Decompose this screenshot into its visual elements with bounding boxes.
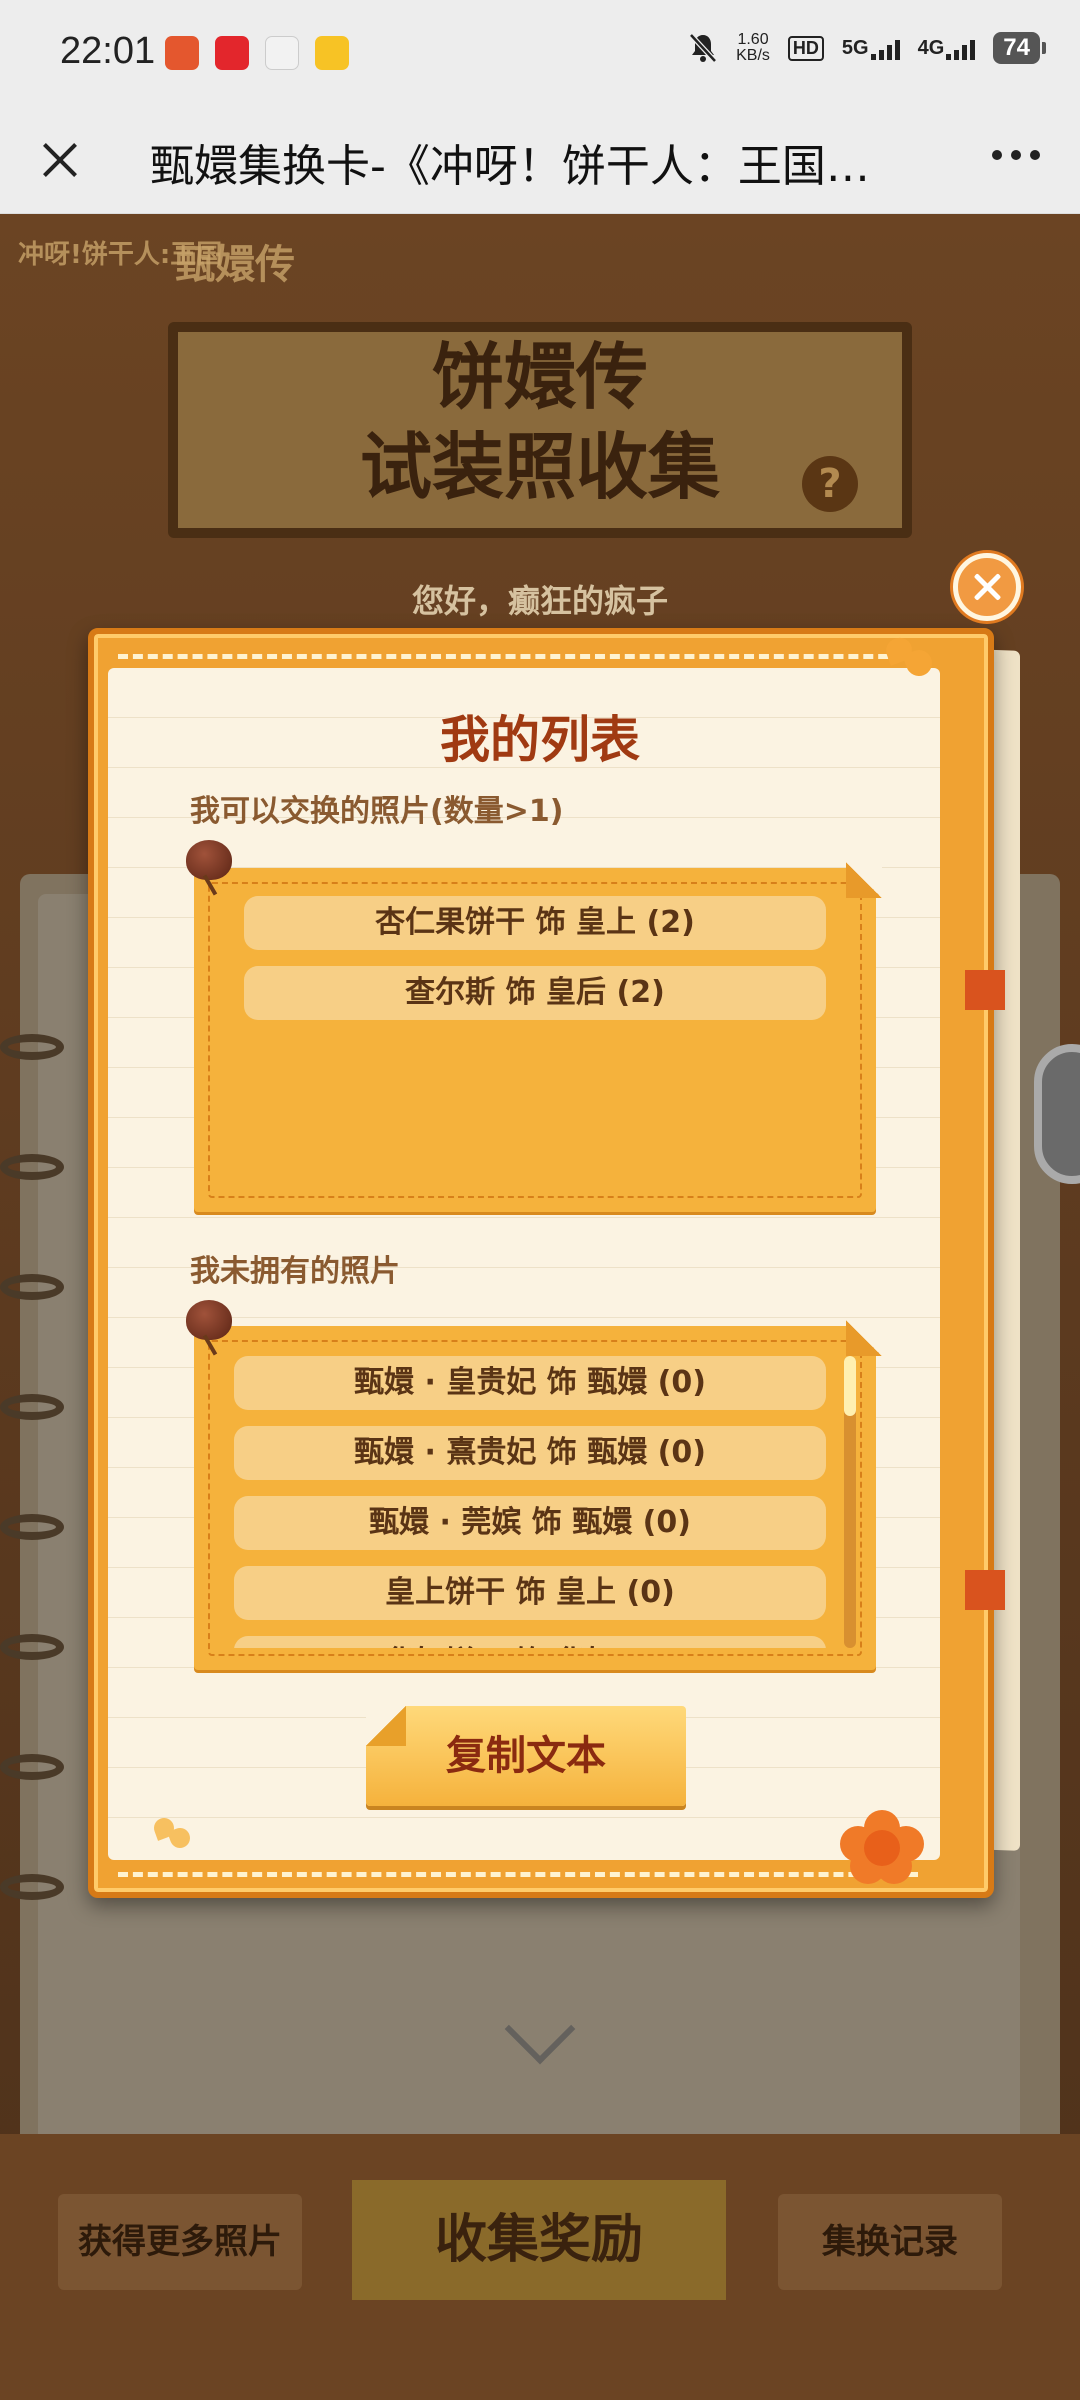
notebook-ring [0,1274,64,1300]
bookmark-tab [965,970,1005,1010]
list-item: 查尔斯 饰 皇后 (2) [244,966,826,1020]
paper-stitch-top [118,654,918,659]
notebook-ring [0,1394,64,1420]
app-icon-3 [265,36,299,70]
exchange-history-button[interactable]: 集换记录 [778,2194,1002,2290]
title-board: 饼嬛传 试装照收集 ? [168,322,912,538]
pushpin-icon [186,1300,232,1340]
pushpin-icon [186,840,232,880]
notebook-ring [0,1754,64,1780]
close-icon[interactable] [30,130,90,190]
notebook-ring [0,1034,64,1060]
mute-bell-icon [689,33,717,63]
network-speed: 1.60 KB/s [736,32,770,64]
speed-value: 1.60 [737,31,769,48]
scrollbar[interactable] [844,1356,856,1648]
missing-list[interactable]: 甄嬛 · 皇贵妃 饰 甄嬛 (0) 甄嬛 · 熹贵妃 饰 甄嬛 (0) 甄嬛 ·… [234,1356,826,1648]
tradeable-list-card: 杏仁果饼干 饰 皇上 (2) 查尔斯 饰 皇后 (2) [194,862,882,1212]
more-options-icon[interactable] [992,150,1040,160]
flower-icon [836,1806,926,1886]
signal-bars-icon [870,38,900,60]
weibo-icon [315,36,349,70]
list-item: 杏仁果饼干 饰 皇上 (2) [244,896,826,950]
scrollbar-thumb[interactable] [844,1356,856,1416]
status-bar: 22:01 1.60 KB/s HD 5G 4G 74 [0,0,1080,108]
speed-unit: KB/s [736,47,770,64]
signal-4g-label: 4G [917,36,945,59]
signal-5g: 5G [842,37,900,60]
list-item: 皇上饼干 饰 皇上 (0) [234,1566,826,1620]
paper-stitch-bottom [118,1872,918,1877]
status-indicators: 1.60 KB/s HD 5G 4G 74 [688,32,1046,64]
tradeable-list: 杏仁果饼干 饰 皇上 (2) 查尔斯 饰 皇后 (2) [244,896,826,1036]
notebook-ring [0,1634,64,1660]
tradeable-section-label: 我可以交换的照片(数量>1) [190,794,564,829]
signal-4g: 4G [918,37,976,60]
list-item: 甄嬛 · 熹贵妃 饰 甄嬛 (0) [234,1426,826,1480]
get-more-photos-button[interactable]: 获得更多照片 [58,2194,302,2290]
hd-badge: HD [787,35,824,61]
notebook-ring [0,1514,64,1540]
signal-5g-label: 5G [841,36,869,59]
button-fold [366,1706,406,1746]
copy-text-button[interactable]: 复制文本 [366,1706,686,1806]
board-title-line2: 试装照收集 [359,424,720,509]
title-bar: 甄嬛集换卡-《冲呀！饼干人：王国… [0,108,1080,214]
battery-icon: 74 [993,32,1046,64]
butterfly-icon [150,1812,200,1862]
butterfly-icon [880,632,940,692]
notebook-ring [0,1874,64,1900]
bookmark-tab [965,1570,1005,1610]
board-title-line1: 饼嬛传 [431,334,648,419]
list-item: 甄嬛 · 莞嫔 饰 甄嬛 (0) [234,1496,826,1550]
floating-widget[interactable] [1034,1044,1080,1184]
app-icon-2 [215,36,249,70]
modal-title: 我的列表 [440,710,640,769]
app-icon-1 [165,36,199,70]
missing-section-label: 我未拥有的照片 [190,1254,400,1289]
help-icon[interactable]: ? [802,456,858,512]
greeting-text: 您好，癫狂的疯子 [411,582,668,620]
page-title: 甄嬛集换卡-《冲呀！饼干人：王国… [150,141,870,192]
notification-icons [165,36,349,70]
status-time: 22:01 [60,30,156,72]
card-fold [846,862,882,898]
list-item: 甄嬛 · 皇贵妃 饰 甄嬛 (0) [234,1356,826,1410]
signal-bars-icon [946,38,976,60]
modal-close-button[interactable] [953,553,1021,621]
missing-list-card: 甄嬛 · 皇贵妃 饰 甄嬛 (0) 甄嬛 · 熹贵妃 饰 甄嬛 (0) 甄嬛 ·… [194,1320,882,1670]
list-item: 华妃饼干 饰 华妃 (0) [234,1636,826,1648]
card-fold [846,1320,882,1356]
collect-rewards-button[interactable]: 收集奖励 [352,2180,726,2300]
series-logo: 甄嬛传 [175,242,295,288]
notebook-ring [0,1154,64,1180]
